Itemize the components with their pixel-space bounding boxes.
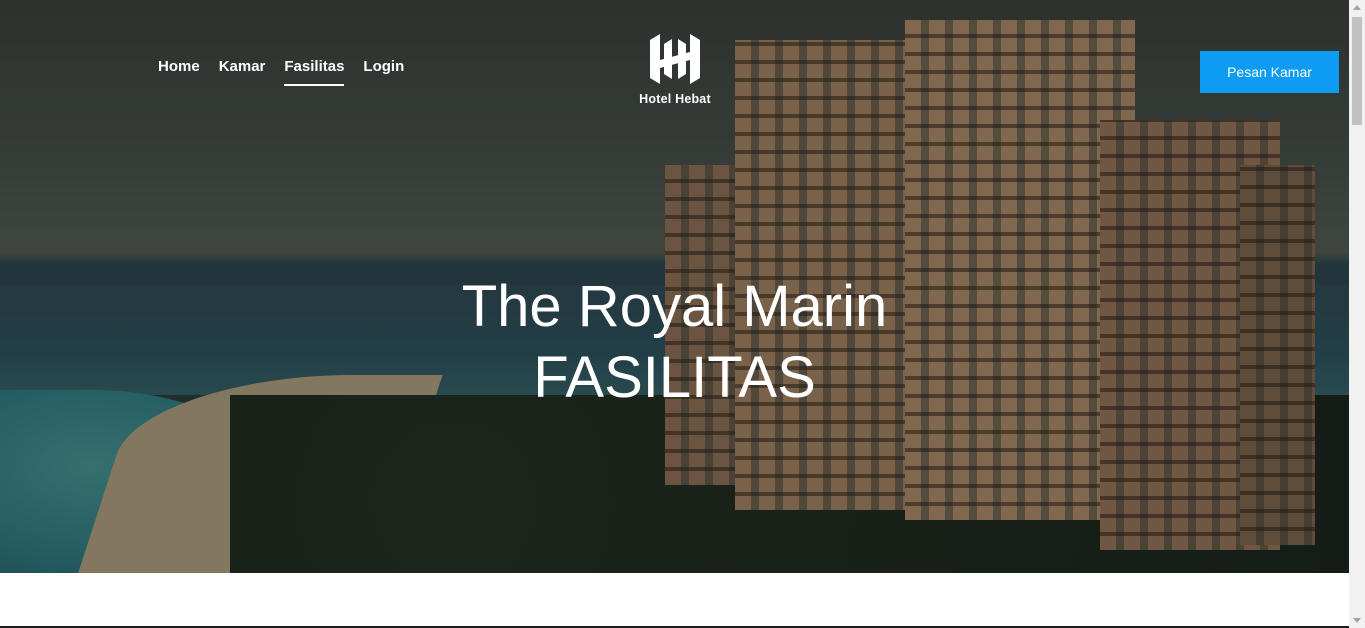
scrollbar-thumb[interactable] <box>1352 17 1362 125</box>
scroll-up-icon[interactable] <box>1353 5 1361 10</box>
hero-banner: Home Kamar Fasilitas Login Hotel Hebat P… <box>0 0 1349 573</box>
hero-title: The Royal Marin <box>461 274 888 339</box>
book-room-button[interactable]: Pesan Kamar <box>1200 51 1339 93</box>
brand-name: Hotel Hebat <box>639 92 711 106</box>
brand-logo[interactable]: Hotel Hebat <box>630 30 720 106</box>
page-scrollbar[interactable] <box>1349 0 1365 628</box>
nav-fasilitas[interactable]: Fasilitas <box>284 58 345 86</box>
nav-home[interactable]: Home <box>158 58 200 86</box>
nav-kamar[interactable]: Kamar <box>219 58 266 86</box>
nav-login[interactable]: Login <box>363 58 404 86</box>
hotel-hebat-logo-icon <box>650 34 700 84</box>
main-nav: Home Kamar Fasilitas Login <box>158 58 404 86</box>
scroll-down-icon[interactable] <box>1353 618 1361 623</box>
hero-subtitle: FASILITAS <box>533 345 816 410</box>
